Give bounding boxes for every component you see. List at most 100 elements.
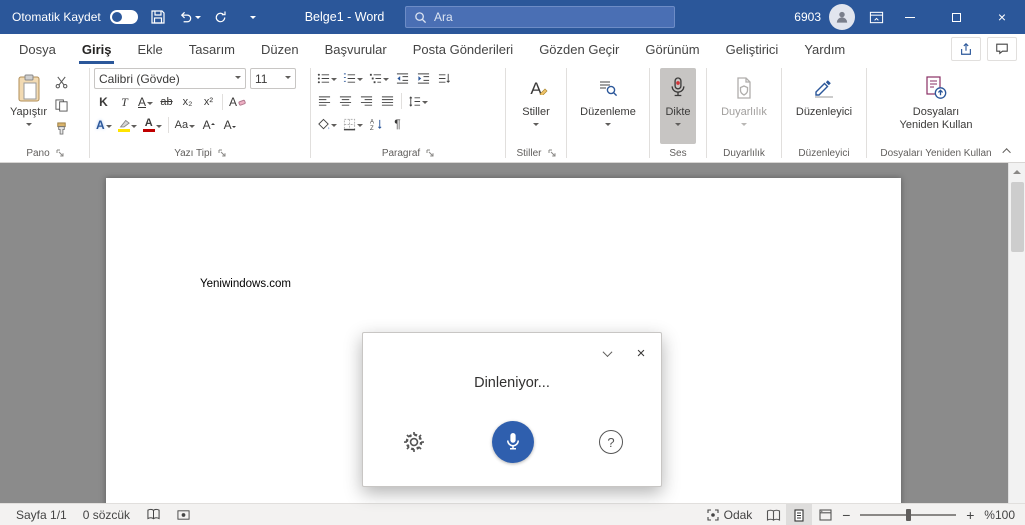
increase-indent-button[interactable] <box>414 68 433 88</box>
copy-button[interactable] <box>52 95 71 115</box>
underline-button[interactable]: A <box>136 92 155 112</box>
multilevel-list-button[interactable] <box>367 68 391 88</box>
clipboard-dialog-launcher[interactable] <box>56 149 64 157</box>
font-size-combo[interactable]: 11 <box>250 68 296 89</box>
borders-button[interactable] <box>341 114 365 134</box>
dictate-button[interactable]: Dikte <box>660 68 696 144</box>
avatar[interactable] <box>829 4 855 30</box>
font-name-combo[interactable]: Calibri (Gövde) <box>94 68 246 89</box>
dialog-launcher-icon <box>56 149 64 157</box>
autosave-toggle[interactable] <box>109 10 138 24</box>
close-button[interactable]: × <box>979 0 1025 34</box>
focus-button[interactable]: Odak <box>699 504 761 525</box>
sort-button[interactable]: AZ <box>367 114 386 134</box>
ribbon-display-options-button[interactable] <box>865 4 887 30</box>
zoom-in-button[interactable]: + <box>962 507 978 523</box>
sort-lines-button[interactable] <box>435 68 454 88</box>
tab-gorunum[interactable]: Görünüm <box>632 34 712 64</box>
editor-button[interactable]: Düzenleyici <box>791 68 857 144</box>
read-mode-icon <box>766 509 780 521</box>
scrollbar-thumb[interactable] <box>1011 182 1024 252</box>
grow-font-button[interactable]: A <box>199 115 218 135</box>
zoom-out-button[interactable]: − <box>838 507 854 523</box>
word-count-indicator[interactable]: 0 sözcük <box>75 504 138 525</box>
read-mode-button[interactable] <box>760 504 786 525</box>
tab-ekle[interactable]: Ekle <box>124 34 175 64</box>
macro-record-button[interactable] <box>169 504 198 525</box>
minimize-button[interactable] <box>887 0 933 34</box>
format-painter-icon <box>57 121 66 135</box>
tab-posta-gonderileri[interactable]: Posta Gönderileri <box>400 34 526 64</box>
save-button[interactable] <box>147 4 169 30</box>
zoom-slider-thumb[interactable] <box>905 509 911 521</box>
dictation-help-button[interactable]: ? <box>599 430 623 454</box>
format-painter-button[interactable] <box>52 118 71 138</box>
shrink-font-button[interactable]: A <box>220 115 239 135</box>
justify-button[interactable] <box>378 91 397 111</box>
align-right-button[interactable] <box>357 91 376 111</box>
divider <box>401 93 402 109</box>
comments-button[interactable] <box>987 37 1017 61</box>
dictation-settings-button[interactable] <box>401 429 427 455</box>
dialog-minimize-button[interactable] <box>597 343 617 363</box>
customize-qat-button[interactable] <box>241 4 263 30</box>
font-color-button[interactable]: A <box>141 115 164 135</box>
zoom-slider[interactable] <box>860 504 957 525</box>
tab-duzen[interactable]: Düzen <box>248 34 312 64</box>
decrease-indent-button[interactable] <box>393 68 412 88</box>
tab-yardim[interactable]: Yardım <box>791 34 858 64</box>
tab-gozden-gecir[interactable]: Gözden Geçir <box>526 34 632 64</box>
group-separator <box>706 68 707 158</box>
text-effects-button[interactable]: A <box>94 115 114 135</box>
collapse-ribbon-button[interactable] <box>999 144 1017 158</box>
font-dialog-launcher[interactable] <box>218 149 226 157</box>
editing-button[interactable]: Düzenleme <box>575 68 641 144</box>
show-hide-pilcrow-button[interactable]: ¶ <box>388 114 407 134</box>
reuse-files-icon <box>924 73 948 103</box>
tab-basvurular[interactable]: Başvurular <box>312 34 400 64</box>
reuse-files-button[interactable]: Dosyaları Yeniden Kullan <box>895 68 978 144</box>
share-button[interactable] <box>951 37 981 61</box>
proofing-button[interactable] <box>138 504 169 525</box>
person-icon <box>836 11 848 23</box>
numbering-button[interactable] <box>341 68 365 88</box>
dialog-close-button[interactable]: × <box>631 343 651 363</box>
paste-button[interactable]: Yapıştır <box>5 68 52 144</box>
word-window: Otomatik Kaydet Belge1 - Word Ara 6903 ×… <box>0 0 1025 525</box>
change-case-button[interactable]: Aa <box>173 115 197 135</box>
zoom-level-indicator[interactable]: %100 <box>978 504 1019 525</box>
undo-button[interactable] <box>178 4 201 30</box>
maximize-button[interactable] <box>933 0 979 34</box>
cut-button[interactable] <box>52 72 71 92</box>
align-left-button[interactable] <box>315 91 334 111</box>
italic-button[interactable]: T <box>115 92 134 112</box>
align-center-button[interactable] <box>336 91 355 111</box>
strikethrough-button[interactable]: ab <box>157 92 176 112</box>
tab-dosya[interactable]: Dosya <box>6 34 69 64</box>
web-layout-button[interactable] <box>812 504 838 525</box>
vertical-scrollbar[interactable] <box>1008 163 1025 503</box>
clear-formatting-button[interactable]: A <box>227 92 248 112</box>
subscript-button[interactable]: x₂ <box>178 92 197 112</box>
line-spacing-button[interactable] <box>406 91 430 111</box>
print-layout-button[interactable] <box>786 504 813 525</box>
paragraph-dialog-launcher[interactable] <box>426 149 434 157</box>
tab-giris[interactable]: Giriş <box>69 34 125 64</box>
superscript-button[interactable]: x² <box>199 92 218 112</box>
shading-button[interactable] <box>315 114 339 134</box>
styles-button[interactable]: A Stiller <box>517 68 555 144</box>
tab-gelistirici[interactable]: Geliştirici <box>713 34 792 64</box>
redo-button[interactable] <box>210 4 232 30</box>
microphone-button[interactable] <box>492 421 534 463</box>
search-box[interactable]: Ara <box>405 6 675 28</box>
font-color-bar <box>142 129 155 132</box>
page-number-indicator[interactable]: Sayfa 1/1 <box>8 504 75 525</box>
bullets-button[interactable] <box>315 68 339 88</box>
document-text[interactable]: Yeniwindows.com <box>200 278 291 290</box>
scroll-up-button[interactable] <box>1009 163 1025 180</box>
bold-button[interactable]: K <box>94 92 113 112</box>
sensitivity-button[interactable]: Duyarlılık <box>716 68 772 144</box>
tab-tasarim[interactable]: Tasarım <box>176 34 248 64</box>
highlight-button[interactable] <box>116 115 139 135</box>
styles-dialog-launcher[interactable] <box>548 149 556 157</box>
